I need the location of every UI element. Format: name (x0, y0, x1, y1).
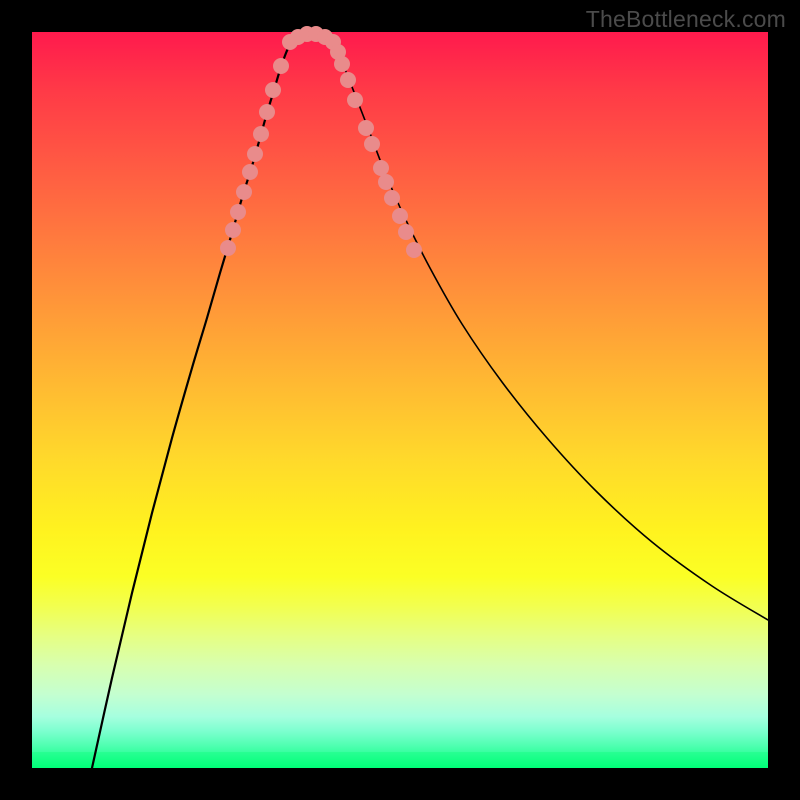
data-point-dot (225, 222, 241, 238)
data-point-dot (398, 224, 414, 240)
data-point-dot (259, 104, 275, 120)
data-point-dot (265, 82, 281, 98)
data-point-dot (273, 58, 289, 74)
plot-area (32, 32, 768, 768)
data-point-dot (373, 160, 389, 176)
dots-trough-group (282, 26, 341, 50)
data-point-dot (334, 56, 350, 72)
data-point-dot (230, 204, 246, 220)
chart-frame: TheBottleneck.com (0, 0, 800, 800)
right-branch-curve (332, 40, 768, 620)
data-point-dot (340, 72, 356, 88)
dots-left-group (220, 58, 289, 256)
curve-group (92, 33, 768, 768)
chart-svg (32, 32, 768, 768)
data-point-dot (378, 174, 394, 190)
data-point-dot (236, 184, 252, 200)
data-point-dot (220, 240, 236, 256)
attribution-label: TheBottleneck.com (586, 6, 786, 33)
left-branch-curve (92, 40, 292, 768)
data-point-dot (358, 120, 374, 136)
data-point-dot (247, 146, 263, 162)
data-point-dot (392, 208, 408, 224)
data-point-dot (242, 164, 258, 180)
data-point-dot (347, 92, 363, 108)
data-point-dot (364, 136, 380, 152)
data-point-dot (384, 190, 400, 206)
data-point-dot (406, 242, 422, 258)
data-point-dot (253, 126, 269, 142)
